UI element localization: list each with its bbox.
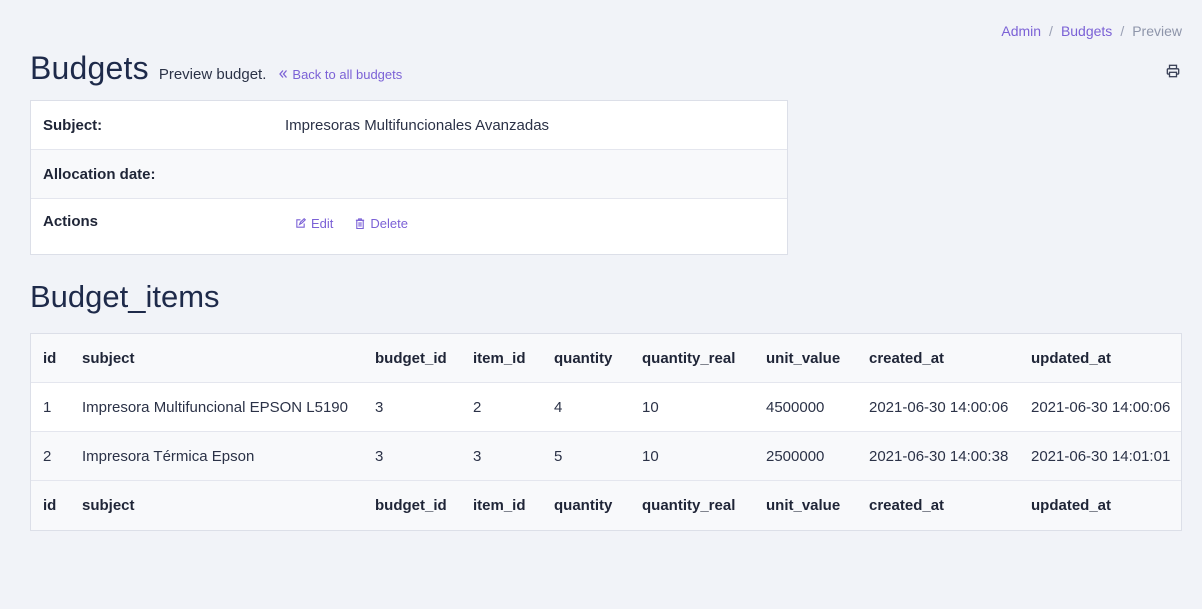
- back-link-label: Back to all budgets: [292, 66, 403, 82]
- column-header: quantity_real: [642, 349, 736, 367]
- budget-items-title: Budget_items: [30, 279, 220, 314]
- column-footer: id: [43, 497, 57, 514]
- subject-label: Subject:: [43, 116, 103, 134]
- cell-subject: Impresora Térmica Epson: [82, 447, 255, 465]
- column-header: id: [43, 349, 57, 367]
- budget-details-card: Subject: Impresoras Multifuncionales Ava…: [30, 100, 788, 255]
- column-header: quantity: [554, 349, 613, 367]
- table-header-row: id subject budget_id item_id quantity qu…: [31, 334, 1181, 383]
- print-button[interactable]: [1164, 62, 1182, 80]
- edit-icon: [295, 218, 306, 229]
- column-header: item_id: [473, 349, 526, 367]
- allocation-date-label: Allocation date:: [43, 165, 156, 183]
- subject-row: Subject: Impresoras Multifuncionales Ava…: [31, 101, 787, 150]
- column-header: unit_value: [766, 349, 841, 367]
- column-header: created_at: [869, 349, 945, 367]
- column-header: budget_id: [375, 349, 447, 367]
- column-footer: created_at: [869, 497, 945, 514]
- column-footer: budget_id: [375, 497, 447, 514]
- actions-group: Edit Delete: [285, 213, 408, 231]
- column-footer: item_id: [473, 497, 526, 514]
- delete-button[interactable]: Delete: [355, 216, 408, 231]
- cell-item-id: 2: [473, 398, 482, 416]
- cell-subject: Impresora Multifuncional EPSON L5190: [82, 398, 348, 416]
- page-header: Budgets Preview budget. Back to all budg…: [30, 50, 402, 87]
- column-header: subject: [82, 349, 135, 367]
- cell-budget-id: 3: [375, 447, 384, 465]
- column-footer: quantity: [554, 497, 613, 514]
- breadcrumb-separator: /: [1049, 23, 1053, 39]
- table-row[interactable]: 2 Impresora Térmica Epson 3 3 5 10 25000…: [31, 432, 1181, 481]
- column-footer: updated_at: [1031, 497, 1112, 514]
- page-subtitle: Preview budget.: [158, 66, 267, 83]
- breadcrumb-admin[interactable]: Admin: [1001, 23, 1041, 39]
- edit-label: Edit: [311, 216, 334, 231]
- cell-updated-at: 2021-06-30 14:01:01: [1031, 447, 1171, 465]
- cell-quantity-real: 10: [642, 447, 659, 465]
- subject-value: Impresoras Multifuncionales Avanzadas: [285, 116, 550, 134]
- printer-icon: [1166, 64, 1180, 78]
- actions-label: Actions: [43, 213, 99, 230]
- cell-budget-id: 3: [375, 398, 384, 416]
- cell-id: 2: [43, 447, 52, 465]
- delete-label: Delete: [370, 216, 408, 231]
- trash-icon: [355, 218, 365, 229]
- cell-unit-value: 4500000: [766, 398, 825, 416]
- table-row[interactable]: 1 Impresora Multifuncional EPSON L5190 3…: [31, 383, 1181, 432]
- cell-id: 1: [43, 398, 52, 416]
- allocation-date-row: Allocation date:: [31, 150, 787, 199]
- cell-item-id: 3: [473, 447, 482, 465]
- breadcrumb-separator: /: [1120, 23, 1125, 39]
- breadcrumb-budgets[interactable]: Budgets: [1061, 23, 1112, 39]
- column-header: updated_at: [1031, 349, 1112, 367]
- column-footer: unit_value: [766, 497, 841, 514]
- cell-quantity: 4: [554, 398, 563, 416]
- cell-created-at: 2021-06-30 14:00:38: [869, 447, 1009, 465]
- cell-updated-at: 2021-06-30 14:00:06: [1031, 398, 1171, 416]
- column-footer: subject: [82, 497, 135, 514]
- cell-quantity: 5: [554, 447, 563, 465]
- actions-row: Actions Edit Delete: [31, 199, 787, 254]
- double-chevron-left-icon: [278, 69, 288, 79]
- column-footer: quantity_real: [642, 497, 736, 514]
- edit-button[interactable]: Edit: [295, 216, 333, 231]
- back-to-all-budgets-link[interactable]: Back to all budgets: [278, 67, 402, 82]
- budget-items-table: id subject budget_id item_id quantity qu…: [30, 333, 1182, 531]
- breadcrumb: Admin / Budgets / Preview: [1001, 23, 1182, 39]
- cell-quantity-real: 10: [642, 398, 659, 416]
- breadcrumb-current: Preview: [1132, 23, 1182, 39]
- table-footer-row: id subject budget_id item_id quantity qu…: [31, 481, 1181, 530]
- page-title: Budgets: [30, 50, 149, 86]
- cell-created-at: 2021-06-30 14:00:06: [869, 398, 1009, 416]
- cell-unit-value: 2500000: [766, 447, 825, 465]
